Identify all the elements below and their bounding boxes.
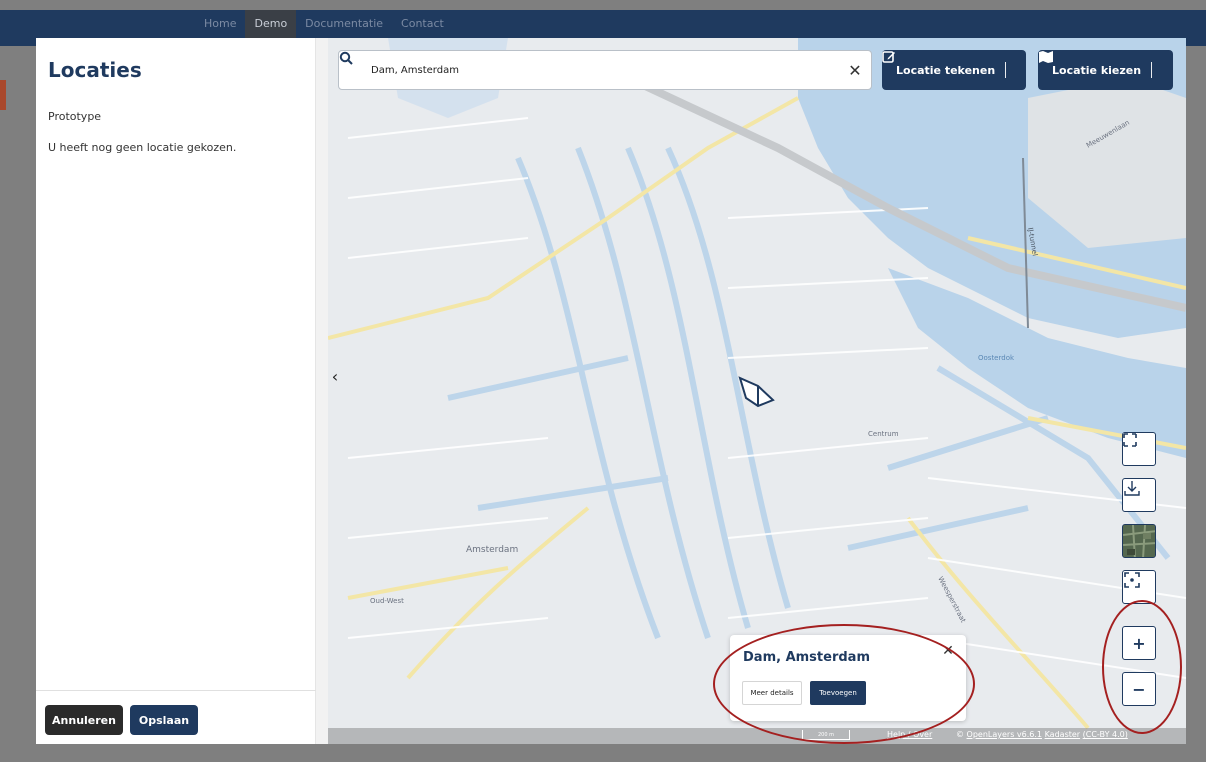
satellite-layer-icon: [1123, 525, 1155, 557]
locate-button[interactable]: [1122, 570, 1156, 604]
draw-location-button[interactable]: Locatie tekenen: [882, 50, 1026, 90]
sidebar-scrollbar[interactable]: [316, 38, 328, 744]
sidebar-subtitle: Prototype: [48, 110, 102, 123]
location-modal: Locaties Prototype U heeft nog geen loca…: [36, 38, 1186, 744]
backdrop-accent: [0, 80, 6, 110]
search-input[interactable]: [371, 61, 831, 79]
button-separator: [1151, 62, 1153, 78]
map-icon: [1039, 51, 1053, 63]
license-link[interactable]: (CC-BY 4.0): [1083, 730, 1128, 739]
locate-icon: [1124, 572, 1140, 588]
draw-location-label: Locatie tekenen: [896, 63, 996, 77]
download-icon: [1124, 481, 1140, 496]
button-separator: [1005, 62, 1007, 78]
map-label-oosterdok: Oosterdok: [978, 354, 1015, 362]
sidebar-footer: Annuleren Opslaan: [36, 690, 316, 744]
collapse-sidebar-chevron-icon[interactable]: ‹: [328, 364, 342, 388]
map-label-oud-west: Oud-West: [370, 597, 404, 605]
map-attribution-bar: 200 m Help / Over © OpenLayers v6.6.1 Ka…: [328, 728, 1186, 744]
openlayers-link[interactable]: OpenLayers v6.6.1: [967, 730, 1042, 739]
popup-highlight-ellipse: [713, 624, 975, 744]
kadaster-link[interactable]: Kadaster: [1045, 730, 1081, 739]
location-search-box: ✕: [338, 50, 872, 90]
edit-icon: [882, 51, 895, 63]
search-icon: [339, 51, 353, 65]
satellite-layer-button[interactable]: [1122, 524, 1156, 558]
zoom-controls-highlight-ellipse: [1102, 600, 1182, 734]
credits: © OpenLayers v6.6.1 Kadaster (CC-BY 4.0): [956, 730, 1128, 739]
copyright-prefix: ©: [956, 730, 967, 739]
fullscreen-button[interactable]: [1122, 432, 1156, 466]
map-label-weesperstraat: Weesperstraat: [936, 575, 967, 624]
choose-location-label: Locatie kiezen: [1052, 63, 1142, 77]
clear-search-close-icon[interactable]: ✕: [845, 60, 865, 80]
download-button[interactable]: [1122, 478, 1156, 512]
fullscreen-icon: [1123, 433, 1137, 447]
map-label-amsterdam: Amsterdam: [466, 545, 518, 555]
save-button[interactable]: Opslaan: [130, 705, 198, 735]
choose-location-button[interactable]: Locatie kiezen: [1038, 50, 1173, 90]
empty-location-message: U heeft nog geen locatie gekozen.: [48, 141, 237, 154]
sidebar-title: Locaties: [48, 58, 142, 82]
sidebar: Locaties Prototype U heeft nog geen loca…: [36, 38, 316, 744]
map-label-centrum: Centrum: [868, 430, 899, 438]
cancel-button[interactable]: Annuleren: [45, 705, 123, 735]
